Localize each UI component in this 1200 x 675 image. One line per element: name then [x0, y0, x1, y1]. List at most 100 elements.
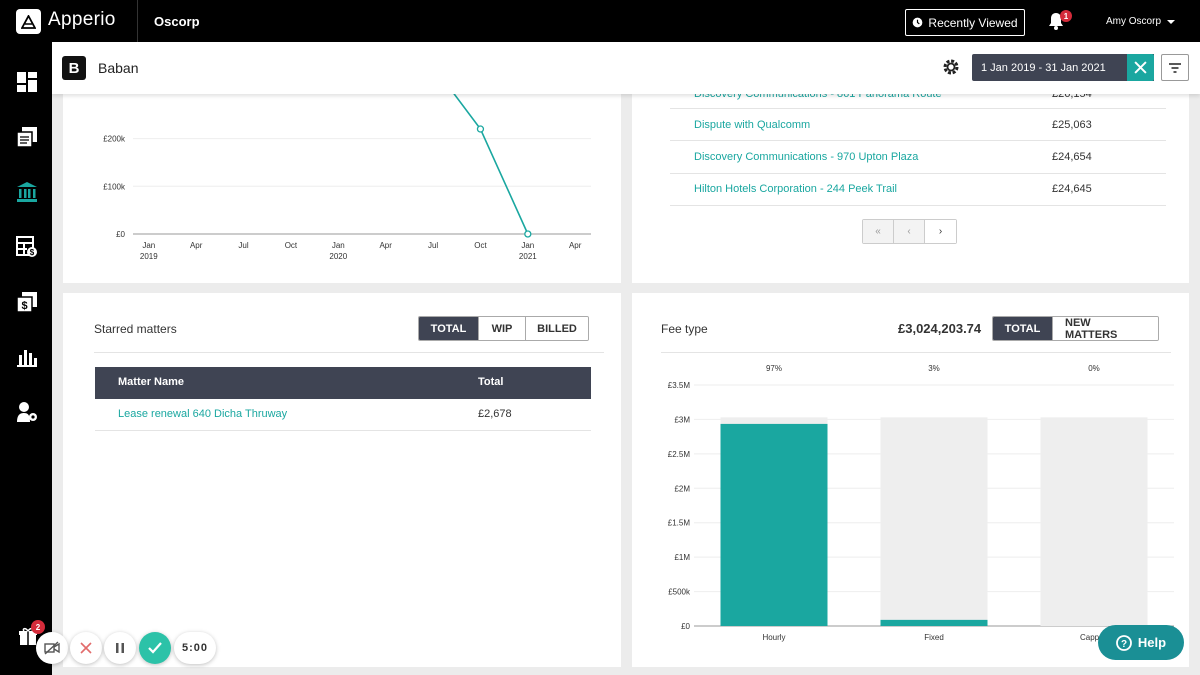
toggle-total[interactable]: TOTAL	[419, 317, 479, 340]
data-point	[476, 125, 485, 133]
bar-chart-icon[interactable]	[16, 346, 38, 368]
y-tick-label: £3.5M	[668, 381, 691, 390]
y-tick-label: £0	[681, 622, 690, 631]
discard-recording-button[interactable]	[70, 632, 102, 664]
user-menu[interactable]: Amy Oscorp	[1106, 16, 1176, 27]
toggle-total[interactable]: TOTAL	[993, 317, 1053, 340]
fee-type-bar-chart: £0 £500k £1M £1.5M £2M £2.5M £3M £3.5M 97% Hourly…	[668, 364, 1174, 642]
x-tick-label: Oct	[474, 241, 487, 250]
divider	[137, 0, 138, 42]
toggle-wip[interactable]: WIP	[479, 317, 526, 340]
org-name: Oscorp	[154, 14, 200, 29]
recently-viewed-label: Recently Viewed	[928, 15, 1018, 30]
camera-toggle-button[interactable]	[36, 632, 68, 664]
starred-view-toggle: TOTAL WIP BILLED	[418, 316, 589, 341]
x-tick-label: Jan	[332, 241, 345, 250]
documents-icon[interactable]	[16, 126, 38, 148]
starred-matters-card: Starred matters TOTAL WIP BILLED Matter …	[63, 293, 621, 667]
y-tick-label: £200k	[103, 135, 126, 144]
x-tick-label: Apr	[379, 241, 392, 250]
card-title: Starred matters	[94, 322, 177, 336]
fee-view-toggle: TOTAL NEW MATTERS	[992, 316, 1159, 341]
column-header-total: Total	[478, 376, 504, 388]
help-label: Help	[1137, 635, 1167, 650]
x-tick-year-label: 2019	[140, 252, 158, 261]
close-icon	[80, 642, 92, 654]
prev-page-button[interactable]: ‹	[894, 220, 925, 243]
matter-spend: £24,654	[1052, 151, 1092, 163]
x-tick-label: Oct	[285, 241, 298, 250]
bank-icon[interactable]	[16, 181, 38, 203]
recording-timer: 5:00	[174, 632, 216, 664]
invoice-table-icon[interactable]: $	[16, 236, 38, 258]
matter-name-link[interactable]: Lease renewal 640 Dicha Thruway	[118, 408, 287, 420]
user-settings-icon[interactable]	[16, 401, 38, 423]
filter-button[interactable]	[1161, 54, 1189, 81]
recently-viewed-button[interactable]: Recently Viewed	[905, 9, 1025, 36]
spend-over-time-card: £0£100k£200k£300kJan2019AprJulOctJan2020…	[63, 87, 621, 283]
svg-text:$: $	[30, 248, 35, 257]
close-icon	[1134, 61, 1147, 74]
logo-text[interactable]: Apperio	[48, 9, 116, 31]
x-tick-label: Jan	[142, 241, 155, 250]
client-header: B Baban 1 Jan 2019 - 31 Jan 2021	[52, 42, 1200, 94]
client-name: Baban	[98, 60, 139, 76]
y-tick-label: £3M	[674, 415, 690, 424]
y-tick-label: £2M	[674, 484, 690, 493]
billing-icon[interactable]: $	[16, 291, 38, 313]
percent-label: 3%	[928, 364, 940, 373]
card-title: Fee type	[661, 322, 708, 336]
chevron-down-icon	[1167, 19, 1176, 24]
gear-icon[interactable]	[942, 58, 960, 76]
svg-text:$: $	[21, 300, 27, 312]
x-tick-year-label: 2021	[519, 252, 537, 261]
percent-label: 0%	[1088, 364, 1100, 373]
row-divider	[670, 205, 1166, 206]
top-bar: Apperio Oscorp Recently Viewed 1 Amy Osc…	[0, 0, 1200, 42]
column-header-matter-name: Matter Name	[118, 376, 185, 388]
y-tick-label: £0	[116, 230, 125, 239]
toggle-new-matters[interactable]: NEW MATTERS	[1053, 317, 1158, 340]
percent-label: 97%	[766, 364, 782, 373]
matter-spend: £25,063	[1052, 119, 1092, 131]
fee-type-card: Fee type £3,024,203.74 TOTAL NEW MATTERS…	[632, 293, 1189, 667]
bar-background	[880, 417, 988, 626]
next-page-button[interactable]: ›	[925, 220, 956, 243]
help-button[interactable]: ? Help	[1098, 625, 1184, 660]
matter-link[interactable]: Hilton Hotels Corporation - 244 Peek Tra…	[694, 183, 897, 195]
pause-recording-button[interactable]	[104, 632, 136, 664]
filter-icon	[1169, 62, 1181, 73]
y-tick-label: £1.5M	[668, 519, 691, 528]
table-row: Lease renewal 640 Dicha Thruway £2,678	[95, 399, 591, 431]
fee-total-amount: £3,024,203.74	[898, 321, 982, 336]
x-tick-year-label: 2020	[329, 252, 347, 261]
row-divider	[670, 140, 1166, 141]
apperio-logo-icon[interactable]	[16, 9, 41, 34]
video-off-icon	[44, 641, 60, 655]
first-page-button[interactable]: «	[863, 220, 894, 243]
user-name: Amy Oscorp	[1106, 16, 1162, 27]
data-point	[524, 230, 532, 238]
x-tick-label: Jul	[428, 241, 438, 250]
bar	[880, 619, 988, 626]
category-label: Fixed	[924, 633, 944, 642]
x-tick-label: Jul	[238, 241, 248, 250]
finish-recording-button[interactable]	[139, 632, 171, 664]
bar-background	[1040, 417, 1148, 626]
svg-text:?: ?	[1121, 639, 1127, 650]
divider	[94, 352, 604, 353]
table-header: Matter Name Total	[95, 367, 591, 399]
matter-total: £2,678	[478, 408, 512, 420]
matter-link[interactable]: Discovery Communications - 970 Upton Pla…	[694, 151, 918, 163]
client-initial-badge: B	[62, 56, 86, 80]
y-tick-label: £100k	[103, 182, 126, 191]
clear-date-button[interactable]	[1127, 54, 1154, 81]
toggle-billed[interactable]: BILLED	[526, 317, 588, 340]
y-tick-label: £2.5M	[668, 450, 691, 459]
dashboard-icon[interactable]	[16, 71, 38, 93]
gift-badge: 2	[31, 620, 45, 634]
matter-link[interactable]: Dispute with Qualcomm	[694, 119, 810, 131]
row-divider	[670, 108, 1166, 109]
x-tick-label: Jan	[521, 241, 534, 250]
sidebar: $ $	[0, 42, 52, 675]
